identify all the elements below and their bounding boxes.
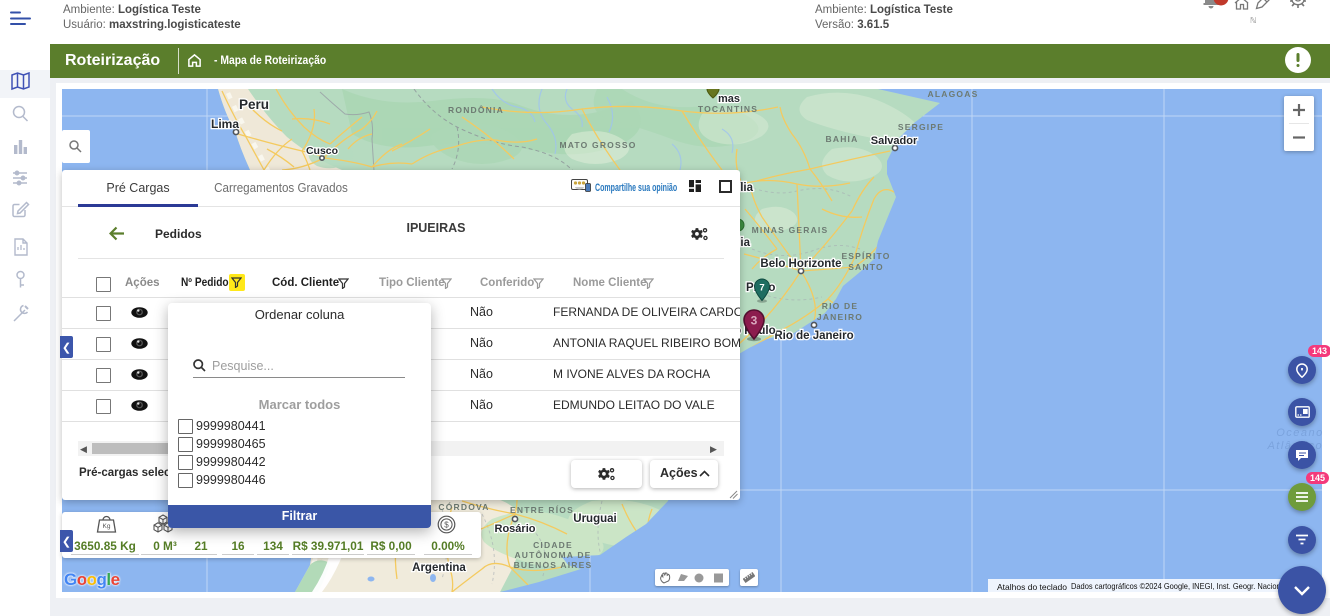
- svg-text:ENTRE RÍOS: ENTRE RÍOS: [510, 505, 574, 515]
- svg-text:mas: mas: [718, 93, 740, 105]
- svg-text:RIO DE: RIO DE: [822, 301, 858, 311]
- svg-text:3: 3: [751, 314, 758, 328]
- svg-text:CIDADE: CIDADE: [533, 540, 573, 550]
- svg-text:BUENOS AIRES: BUENOS AIRES: [514, 560, 593, 570]
- svg-text:BAHIA: BAHIA: [826, 134, 859, 144]
- svg-text:Peru: Peru: [239, 97, 269, 112]
- svg-text:Uruguai: Uruguai: [573, 513, 616, 525]
- svg-text:ALAGOAS: ALAGOAS: [928, 89, 979, 99]
- svg-text:Argentina: Argentina: [412, 562, 466, 574]
- svg-text:ESPÍRITO: ESPÍRITO: [841, 251, 890, 261]
- svg-text:MINAS GERAIS: MINAS GERAIS: [752, 225, 829, 235]
- svg-text:Lima: Lima: [211, 117, 239, 131]
- svg-text:TOCANTINS: TOCANTINS: [698, 104, 758, 114]
- svg-text:AUTÔNOMA DE: AUTÔNOMA DE: [514, 549, 591, 560]
- svg-text:JANEIRO: JANEIRO: [817, 312, 863, 322]
- svg-text:CÓRDOVA: CÓRDOVA: [438, 501, 489, 512]
- svg-text:7: 7: [759, 283, 764, 294]
- svg-text:$: $: [444, 521, 449, 530]
- svg-text:Rosário: Rosário: [495, 523, 536, 535]
- svg-text:Rio de Janeiro: Rio de Janeiro: [774, 330, 853, 342]
- svg-text:Salvador: Salvador: [871, 135, 918, 147]
- svg-text:SANTO: SANTO: [848, 262, 884, 272]
- svg-text:Belo Horizonte: Belo Horizonte: [760, 258, 841, 270]
- svg-text:MATO GROSSO: MATO GROSSO: [559, 140, 636, 150]
- svg-text:Cusco: Cusco: [306, 145, 338, 157]
- svg-text:Kg: Kg: [103, 523, 111, 530]
- svg-text:RONDÔNIA: RONDÔNIA: [448, 104, 504, 115]
- svg-text:SERGIPE: SERGIPE: [898, 122, 944, 132]
- svg-text:Oceano: Oceano: [1276, 427, 1322, 439]
